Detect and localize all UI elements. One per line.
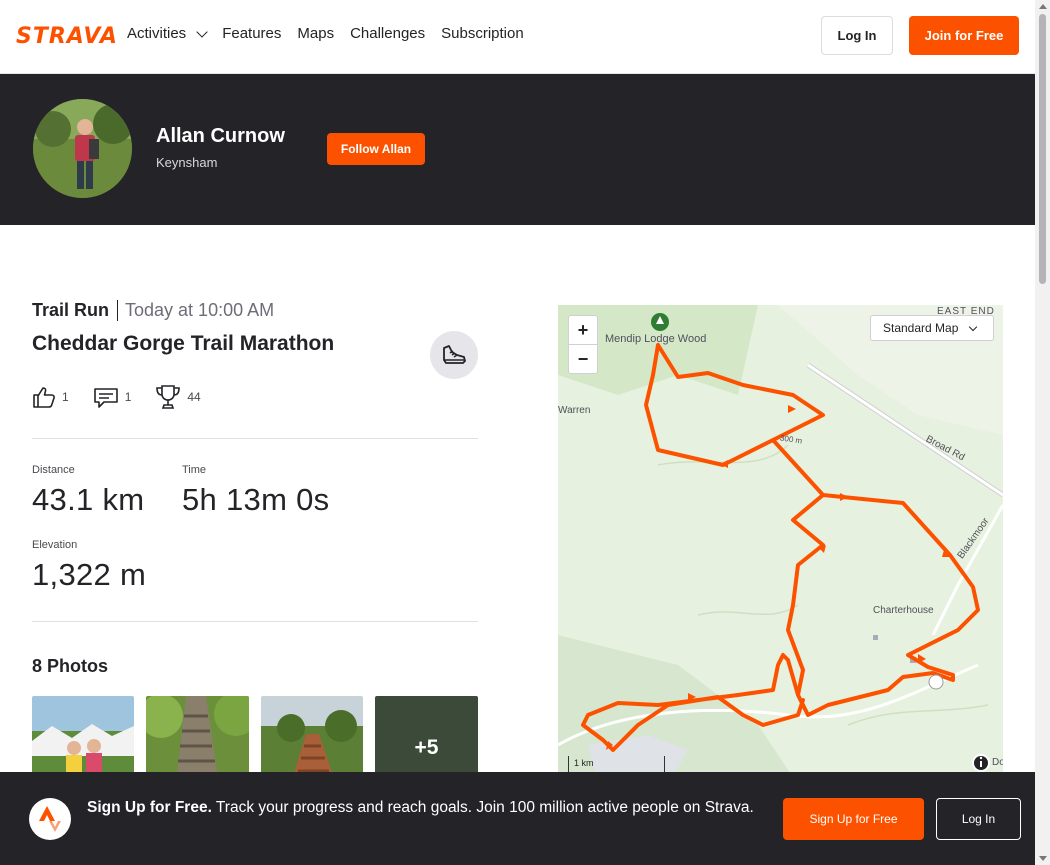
activity-meta: Trail Run Today at 10:00 AM — [32, 300, 274, 321]
strava-logo[interactable]: STRAVA — [16, 24, 118, 49]
trophy-icon — [156, 385, 181, 409]
signup-login-button[interactable]: Log In — [936, 798, 1021, 840]
map-style-value: Standard Map — [883, 321, 959, 335]
nav-activities-label: Activities — [127, 25, 187, 42]
map-label: Charterhouse — [873, 605, 934, 616]
comments-count: 1 — [124, 390, 132, 404]
divider — [32, 438, 478, 439]
nav-features[interactable]: Features — [222, 25, 281, 42]
scroll-up-icon[interactable] — [1039, 4, 1047, 9]
thumbs-up-icon — [33, 387, 55, 408]
divider — [32, 621, 478, 622]
activity-page: STRAVA Activities Features Maps Challeng… — [0, 0, 1050, 865]
activity-title: Cheddar Gorge Trail Marathon — [32, 332, 335, 355]
elevation-value: 1,322 m — [32, 557, 147, 592]
strava-chevron-icon — [39, 806, 61, 832]
zoom-out-button[interactable]: − — [569, 345, 597, 374]
nav-subscription[interactable]: Subscription — [441, 25, 524, 42]
page-scrollbar[interactable] — [1035, 0, 1050, 865]
nav-activities[interactable]: Activities — [127, 25, 208, 42]
map-label: Mendip Lodge Wood — [605, 333, 707, 345]
activity-type: Trail Run — [32, 300, 119, 321]
athlete-avatar[interactable] — [33, 99, 132, 198]
signup-body: Track your progress and reach goals. Joi… — [211, 799, 754, 816]
map-canvas — [558, 305, 1003, 785]
top-navigation: STRAVA Activities Features Maps Challeng… — [0, 0, 1035, 74]
zoom-control: + − — [568, 315, 598, 374]
scroll-down-icon[interactable] — [1039, 856, 1047, 861]
photos-title: 8 Photos — [32, 656, 109, 676]
login-button[interactable]: Log In — [821, 16, 893, 55]
follow-button[interactable]: Follow Allan — [327, 133, 425, 165]
comment-icon — [93, 388, 118, 408]
activity-date: Today at 10:00 AM — [125, 300, 275, 320]
social-row: 1 1 44 — [32, 384, 201, 410]
map-label: Do — [992, 757, 1003, 768]
chevron-down-icon — [196, 25, 208, 38]
signup-banner: Sign Up for Free. Track your progress an… — [0, 772, 1035, 865]
scrollbar-thumb[interactable] — [1039, 14, 1046, 284]
nav-challenges[interactable]: Challenges — [350, 25, 425, 42]
signup-headline: Sign Up for Free. — [87, 799, 212, 816]
map-style-select[interactable]: Standard Map — [870, 315, 994, 341]
kudos-count: 1 — [62, 390, 69, 404]
signup-button[interactable]: Sign Up for Free — [783, 798, 924, 840]
athlete-banner: Allan Curnow Keynsham Follow Allan — [0, 74, 1035, 225]
zoom-in-button[interactable]: + — [569, 316, 597, 345]
athlete-location: Keynsham — [156, 155, 218, 170]
nav-links: Activities Features Maps Challenges Subs… — [127, 25, 524, 42]
achievements-button[interactable]: 44 — [155, 384, 201, 410]
athlete-name[interactable]: Allan Curnow — [156, 125, 285, 148]
map-label: Warren — [558, 405, 591, 416]
time-label: Time — [182, 464, 207, 476]
achievements-count: 44 — [187, 390, 201, 404]
nav-maps[interactable]: Maps — [297, 25, 334, 42]
elevation-label: Elevation — [32, 539, 78, 551]
distance-label: Distance — [32, 464, 75, 476]
join-button[interactable]: Join for Free — [909, 16, 1019, 55]
signup-message: Sign Up for Free. Track your progress an… — [87, 797, 757, 819]
strava-logo-icon — [29, 798, 71, 840]
chevron-down-icon — [969, 322, 978, 331]
comments-button[interactable]: 1 — [93, 385, 132, 409]
avatar-photo — [33, 99, 132, 198]
kudos-button[interactable]: 1 — [32, 385, 69, 409]
distance-value: 43.1 km — [32, 482, 145, 517]
route-map[interactable]: EAST END Mendip Lodge Wood Warren Broad … — [558, 305, 1003, 785]
gear-shoe-button[interactable] — [430, 331, 478, 379]
shoe-icon — [443, 345, 466, 364]
more-photos-count: +5 — [414, 735, 439, 759]
time-value: 5h 13m 0s — [182, 482, 330, 517]
